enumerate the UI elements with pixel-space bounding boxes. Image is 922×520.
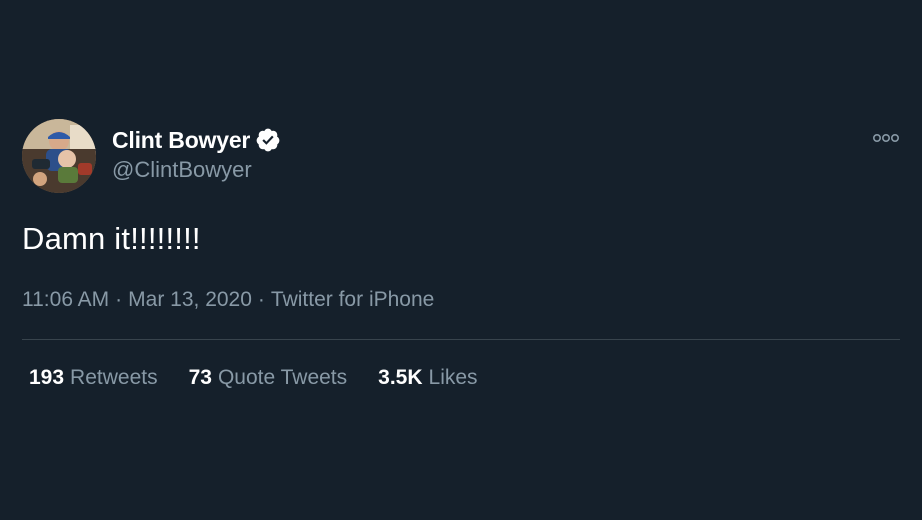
- tweet-stats: 193 Retweets 73 Quote Tweets 3.5K Likes: [29, 366, 509, 390]
- retweets-label: Retweets: [70, 366, 158, 389]
- more-options-icon[interactable]: [872, 130, 900, 146]
- tweet-time[interactable]: 11:06 AM: [22, 288, 109, 311]
- likes-label: Likes: [428, 366, 478, 389]
- author-name-row: Clint Bowyer: [112, 125, 281, 155]
- quote-tweets-stat[interactable]: 73 Quote Tweets: [189, 366, 348, 390]
- tweet-detail: Clint Bowyer @ClintBowyer Damn it!!!!!!!…: [0, 0, 922, 520]
- tweet-date[interactable]: Mar 13, 2020: [128, 288, 252, 311]
- meta-separator: ·: [257, 288, 265, 311]
- tweet-text: Damn it!!!!!!!!: [22, 221, 201, 256]
- verified-badge-icon: [255, 127, 281, 153]
- meta-separator: ·: [115, 288, 123, 311]
- retweets-count: 193: [29, 366, 65, 389]
- author-handle[interactable]: @ClintBowyer: [112, 157, 252, 183]
- quote-tweets-label: Quote Tweets: [217, 366, 348, 389]
- tweet-source[interactable]: Twitter for iPhone: [271, 288, 434, 311]
- quote-tweets-count: 73: [188, 366, 212, 389]
- divider: [22, 339, 900, 340]
- avatar-photo: [22, 119, 96, 193]
- retweets-stat[interactable]: 193 Retweets: [29, 366, 158, 390]
- avatar[interactable]: [22, 119, 96, 193]
- likes-stat[interactable]: 3.5K Likes: [378, 366, 477, 390]
- tweet-metadata: 11:06 AM · Mar 13, 2020 · Twitter for iPhone: [22, 288, 434, 312]
- display-name[interactable]: Clint Bowyer: [112, 127, 250, 154]
- likes-count: 3.5K: [378, 366, 423, 389]
